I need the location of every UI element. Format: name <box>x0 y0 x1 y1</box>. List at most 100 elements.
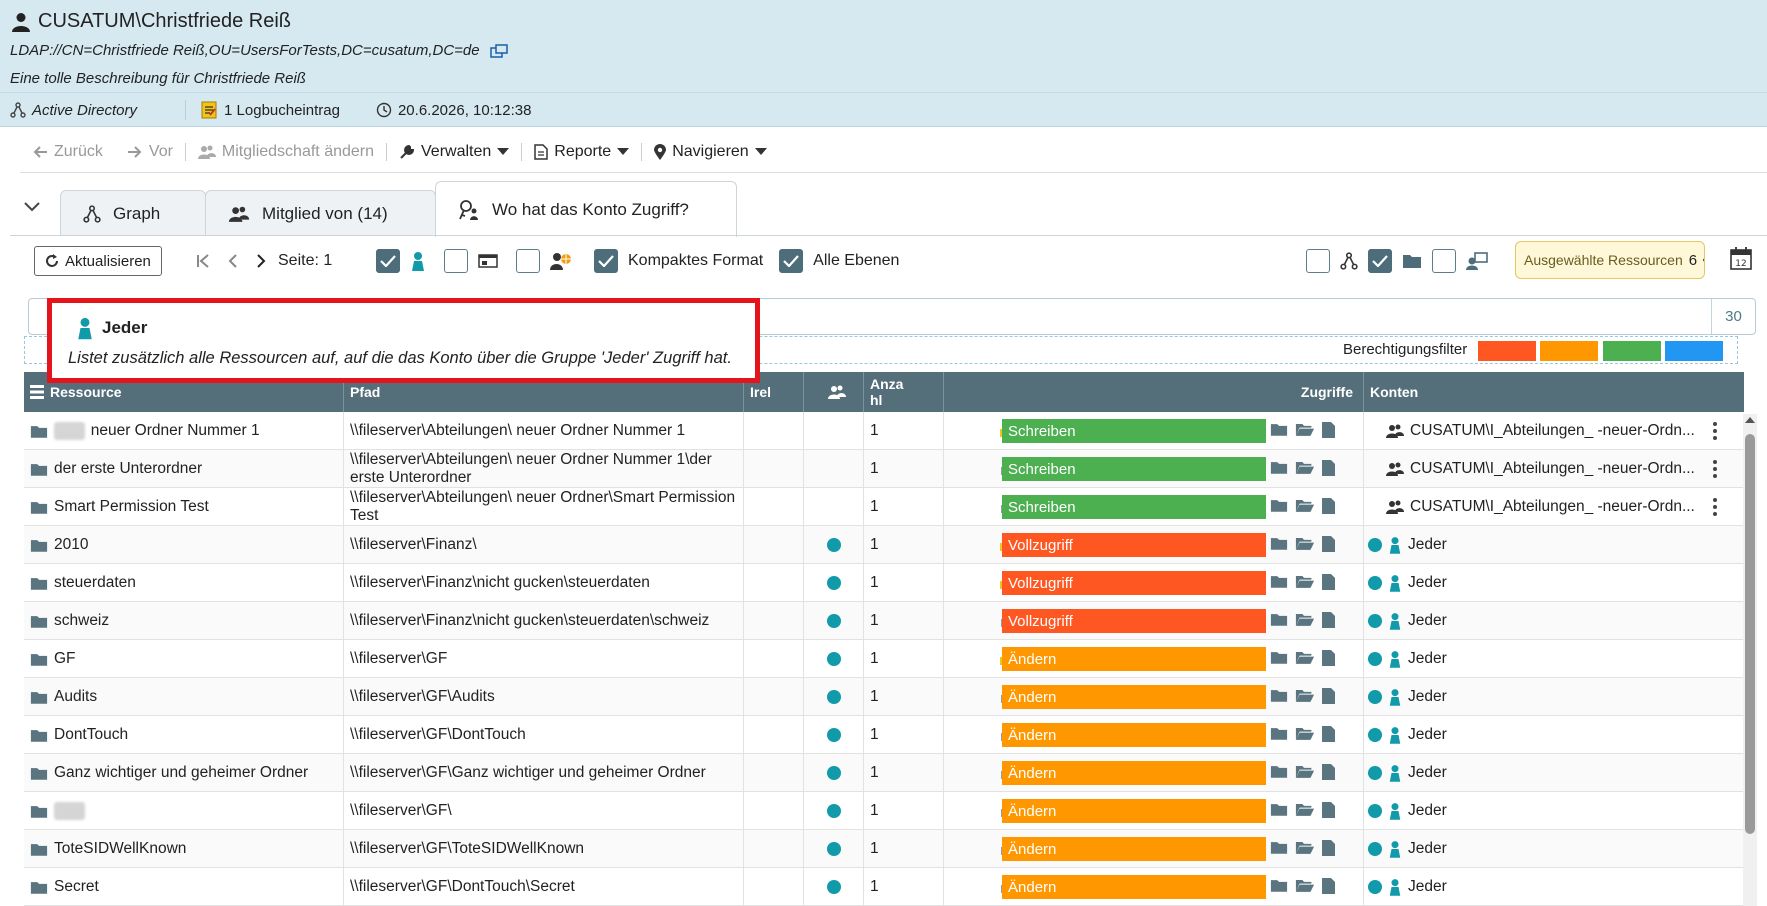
account-cell[interactable]: Jeder <box>1368 564 1447 602</box>
scroll-thumb[interactable] <box>1745 434 1755 834</box>
account-cell[interactable]: CUSATUM\I_Abteilungen_ -neuer-Ordn... <box>1368 488 1695 526</box>
access-bar[interactable]: Vollzugriff <box>1002 571 1266 595</box>
tab-graph[interactable]: Graph <box>60 190 206 236</box>
account-cell[interactable]: Jeder <box>1368 678 1447 716</box>
manage-menu[interactable]: Verwalten <box>387 138 521 166</box>
account-cell[interactable]: CUSATUM\I_Abteilungen_ -neuer-Ordn... <box>1368 450 1695 488</box>
account-cell[interactable]: Jeder <box>1368 602 1447 640</box>
table-row[interactable]: GF \\fileserver\GF 1 Ändern Jeder <box>24 640 1744 678</box>
table-row[interactable]: der erste Unterordner \\fileserver\Abteil… <box>24 450 1744 488</box>
table-row[interactable]: ToteSIDWellKnown \\fileserver\GF\ToteSIDW… <box>24 830 1744 868</box>
resource-cell[interactable]: Abc neuer Ordner Nummer 1 <box>24 412 344 450</box>
log-entry-label[interactable]: 1 Logbucheintrag <box>224 102 340 119</box>
everyone-checkbox[interactable] <box>376 249 400 273</box>
group-cell <box>804 602 864 640</box>
resource-cell[interactable]: steuerdaten <box>24 564 344 602</box>
access-bar[interactable]: Ändern <box>1002 799 1266 823</box>
resource-cell[interactable]: Smart Permission Test <box>24 488 344 526</box>
first-page-icon[interactable] <box>196 253 210 269</box>
compact-checkbox[interactable] <box>594 249 618 273</box>
table-row[interactable]: Abc neuer Ordner Nummer 1 \\fileserver\Abt… <box>24 412 1744 450</box>
access-bar[interactable]: Ändern <box>1002 685 1266 709</box>
open-window-icon[interactable] <box>489 43 508 58</box>
table-scrollbar[interactable] <box>1743 414 1757 906</box>
folder-icon <box>1270 574 1288 590</box>
redacted-text: Abc <box>54 422 85 440</box>
account-cell[interactable]: Jeder <box>1368 868 1447 906</box>
access-bar[interactable]: Vollzugriff <box>1002 533 1266 557</box>
access-bar[interactable]: Ändern <box>1002 837 1266 861</box>
back-button[interactable]: Zurück <box>20 138 115 166</box>
account-name: CUSATUM\I_Abteilungen_ -neuer-Ordn... <box>1410 422 1695 439</box>
refresh-button[interactable]: Aktualisieren <box>34 246 162 276</box>
resource-cell[interactable]: schweiz <box>24 602 344 640</box>
next-page-icon[interactable] <box>256 253 266 269</box>
table-row[interactable]: steuerdaten \\fileserver\Finanz\nicht guc… <box>24 564 1744 602</box>
account-cell[interactable]: Jeder <box>1368 526 1447 564</box>
table-row[interactable]: Audits \\fileserver\GF\Audits 1 Ändern Jeder <box>24 678 1744 716</box>
selected-resources-box[interactable]: Ausgewählte Ressourcen 6 <box>1515 241 1705 279</box>
eye-icon[interactable] <box>1703 253 1704 267</box>
account-cell[interactable]: CUSATUM\I_Abteilungen_ -neuer-Ordn... <box>1368 412 1695 450</box>
tab-access[interactable]: Wo hat das Konto Zugriff? <box>435 181 737 237</box>
resource-cell[interactable]: 2010 <box>24 526 344 564</box>
table-row[interactable]: Abc \\fileserver\GF\ 1 Ändern Jeder <box>24 792 1744 830</box>
resource-cell[interactable]: der erste Unterordner <box>24 450 344 488</box>
more-vertical-icon[interactable] <box>1712 421 1718 441</box>
table-row[interactable]: Secret \\fileserver\GF\DontTouch\Secret 1 Ä… <box>24 868 1744 906</box>
access-bar[interactable]: Vollzugriff <box>1002 609 1266 633</box>
col-group[interactable] <box>804 372 864 412</box>
foreign-users-checkbox[interactable] <box>516 249 540 273</box>
graph-view-checkbox[interactable] <box>1306 249 1330 273</box>
resource-cell[interactable]: Abc <box>24 792 344 830</box>
calendar-icon[interactable]: 12 <box>1730 246 1752 270</box>
collapse-button[interactable] <box>24 202 40 212</box>
reports-menu[interactable]: Reporte <box>522 138 641 166</box>
resource-cell[interactable]: GF <box>24 640 344 678</box>
log-entry-link[interactable]: 1 Logbucheintrag <box>200 101 340 119</box>
tab-member-of[interactable]: Mitglied von (14) <box>205 190 436 236</box>
account-cell[interactable]: Jeder <box>1368 716 1447 754</box>
window-checkbox[interactable] <box>444 249 468 273</box>
table-row[interactable]: 2010 \\fileserver\Finanz\ 1 Vollzugriff Jede… <box>24 526 1744 564</box>
access-bar[interactable]: Schreiben <box>1002 495 1266 519</box>
account-cell[interactable]: Jeder <box>1368 754 1447 792</box>
account-cell[interactable]: Jeder <box>1368 640 1447 678</box>
more-vertical-icon[interactable] <box>1712 497 1718 517</box>
resource-cell[interactable]: DontTouch <box>24 716 344 754</box>
filter-full-access[interactable] <box>1478 341 1536 361</box>
table-row[interactable]: Smart Permission Test \\fileserver\Abteil… <box>24 488 1744 526</box>
col-accounts[interactable]: Konten <box>1364 372 1744 412</box>
navigate-menu[interactable]: Navigieren <box>642 138 778 166</box>
computer-view-checkbox[interactable] <box>1432 249 1456 273</box>
access-bar[interactable]: Ändern <box>1002 723 1266 747</box>
folder-view-checkbox[interactable] <box>1368 249 1392 273</box>
access-bar[interactable]: Schreiben <box>1002 419 1266 443</box>
resource-cell[interactable]: Audits <box>24 678 344 716</box>
col-count[interactable]: Anza hl <box>864 372 944 412</box>
account-cell[interactable]: Jeder <box>1368 792 1447 830</box>
scroll-up-icon[interactable] <box>1743 414 1757 426</box>
access-bar[interactable]: Ändern <box>1002 761 1266 785</box>
resource-cell[interactable]: Secret <box>24 868 344 906</box>
resource-name: DontTouch <box>54 726 129 743</box>
access-bar[interactable]: Schreiben <box>1002 457 1266 481</box>
filter-read[interactable] <box>1665 341 1723 361</box>
table-row[interactable]: DontTouch \\fileserver\GF\DontTouch 1 Änder… <box>24 716 1744 754</box>
resource-cell[interactable]: ToteSIDWellKnown <box>24 830 344 868</box>
filter-modify[interactable] <box>1540 341 1598 361</box>
count-text: 1 <box>870 422 879 439</box>
prev-page-icon[interactable] <box>228 253 238 269</box>
resource-cell[interactable]: Ganz wichtiger und geheimer Ordner <box>24 754 344 792</box>
account-cell[interactable]: Jeder <box>1368 830 1447 868</box>
table-row[interactable]: Ganz wichtiger und geheimer Ordner \\file… <box>24 754 1744 792</box>
col-access[interactable]: Zugriffe <box>944 372 1364 412</box>
forward-button[interactable]: Vor <box>115 138 185 166</box>
access-bar[interactable]: Ändern <box>1002 647 1266 671</box>
all-levels-checkbox[interactable] <box>779 249 804 273</box>
access-bar[interactable]: Ändern <box>1002 875 1266 899</box>
change-membership-button[interactable]: Mitgliedschaft ändern <box>186 138 386 166</box>
filter-write[interactable] <box>1603 341 1661 361</box>
table-row[interactable]: schweiz \\fileserver\Finanz\nicht gucken\… <box>24 602 1744 640</box>
more-vertical-icon[interactable] <box>1712 459 1718 479</box>
